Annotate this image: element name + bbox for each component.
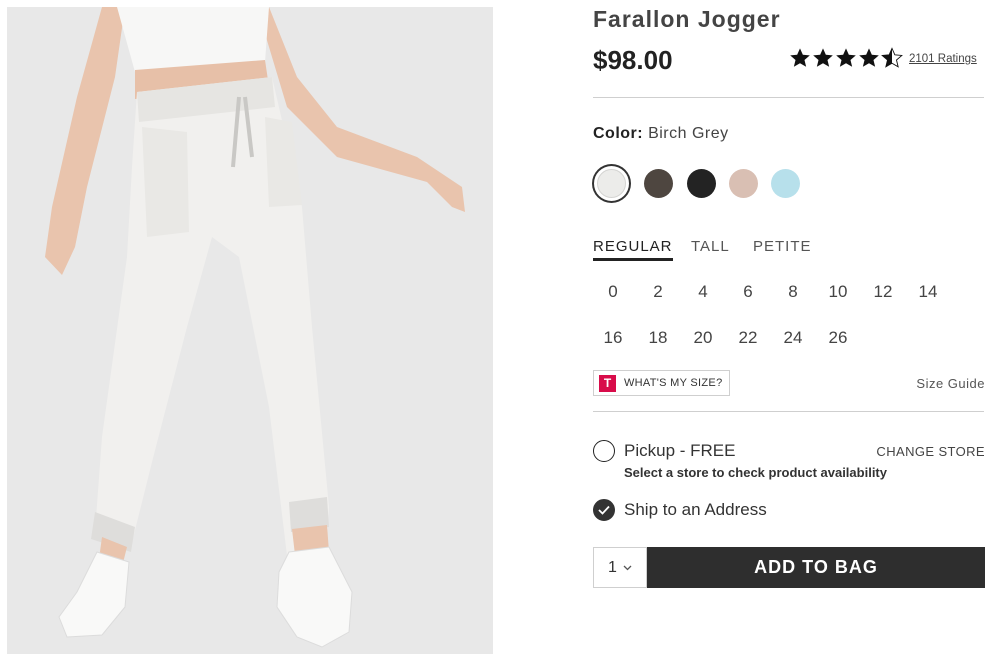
t-logo-icon: T (599, 374, 616, 392)
ship-radio[interactable] (593, 499, 615, 521)
pickup-radio[interactable] (593, 440, 615, 462)
star-icon (836, 48, 856, 67)
add-to-bag-button[interactable]: ADD TO BAG (647, 547, 985, 588)
divider (593, 411, 984, 412)
color-swatch-blush[interactable] (729, 169, 758, 198)
star-icon (790, 48, 810, 67)
size-option-12[interactable]: 12 (863, 282, 903, 302)
rating-stars[interactable] (789, 47, 903, 69)
change-store-link[interactable]: CHANGE STORE (876, 444, 985, 459)
size-option-20[interactable]: 20 (683, 328, 723, 348)
pickup-label: Pickup - FREE (624, 441, 736, 460)
size-option-0[interactable]: 0 (593, 282, 633, 302)
size-option-26[interactable]: 26 (818, 328, 858, 348)
color-selection-label: Color: Birch Grey (593, 125, 729, 143)
star-half-icon (881, 47, 903, 68)
pickup-subtext: Select a store to check product availabi… (624, 465, 887, 480)
tab-tall[interactable]: TALL (691, 238, 730, 255)
chevron-down-icon (623, 565, 632, 570)
size-option-2[interactable]: 2 (638, 282, 678, 302)
product-price: $98.00 (593, 45, 673, 75)
product-image (7, 7, 493, 654)
divider (593, 97, 984, 98)
size-option-8[interactable]: 8 (773, 282, 813, 302)
size-option-16[interactable]: 16 (593, 328, 633, 348)
color-swatch-dark-brown[interactable] (644, 169, 673, 198)
size-option-24[interactable]: 24 (773, 328, 813, 348)
size-option-18[interactable]: 18 (638, 328, 678, 348)
quantity-select[interactable]: 1 (593, 547, 647, 588)
whats-my-size-button[interactable]: T WHAT'S MY SIZE? (593, 370, 731, 396)
star-icon (813, 48, 833, 67)
whats-my-size-label: WHAT'S MY SIZE? (624, 377, 723, 389)
ship-label: Ship to an Address (624, 500, 767, 519)
tab-petite[interactable]: PETITE (753, 238, 812, 255)
jogger-illustration (7, 7, 493, 654)
color-swatch-black[interactable] (687, 169, 716, 198)
color-name: Birch Grey (648, 125, 729, 142)
tab-regular[interactable]: REGULAR (593, 238, 673, 261)
size-option-10[interactable]: 10 (818, 282, 858, 302)
size-option-22[interactable]: 22 (728, 328, 768, 348)
size-option-14[interactable]: 14 (908, 282, 948, 302)
color-swatch-birch-grey[interactable] (597, 169, 626, 198)
quantity-value: 1 (608, 558, 617, 576)
color-swatch-light-blue[interactable] (771, 169, 800, 198)
color-label: Color: (593, 125, 644, 142)
size-option-4[interactable]: 4 (683, 282, 723, 302)
star-icon (859, 48, 879, 67)
size-option-6[interactable]: 6 (728, 282, 768, 302)
ratings-count-link[interactable]: 2101 Ratings (909, 53, 977, 65)
size-guide-link[interactable]: Size Guide (916, 376, 985, 391)
product-title: Farallon Jogger (593, 6, 781, 32)
checkmark-icon (598, 505, 610, 515)
